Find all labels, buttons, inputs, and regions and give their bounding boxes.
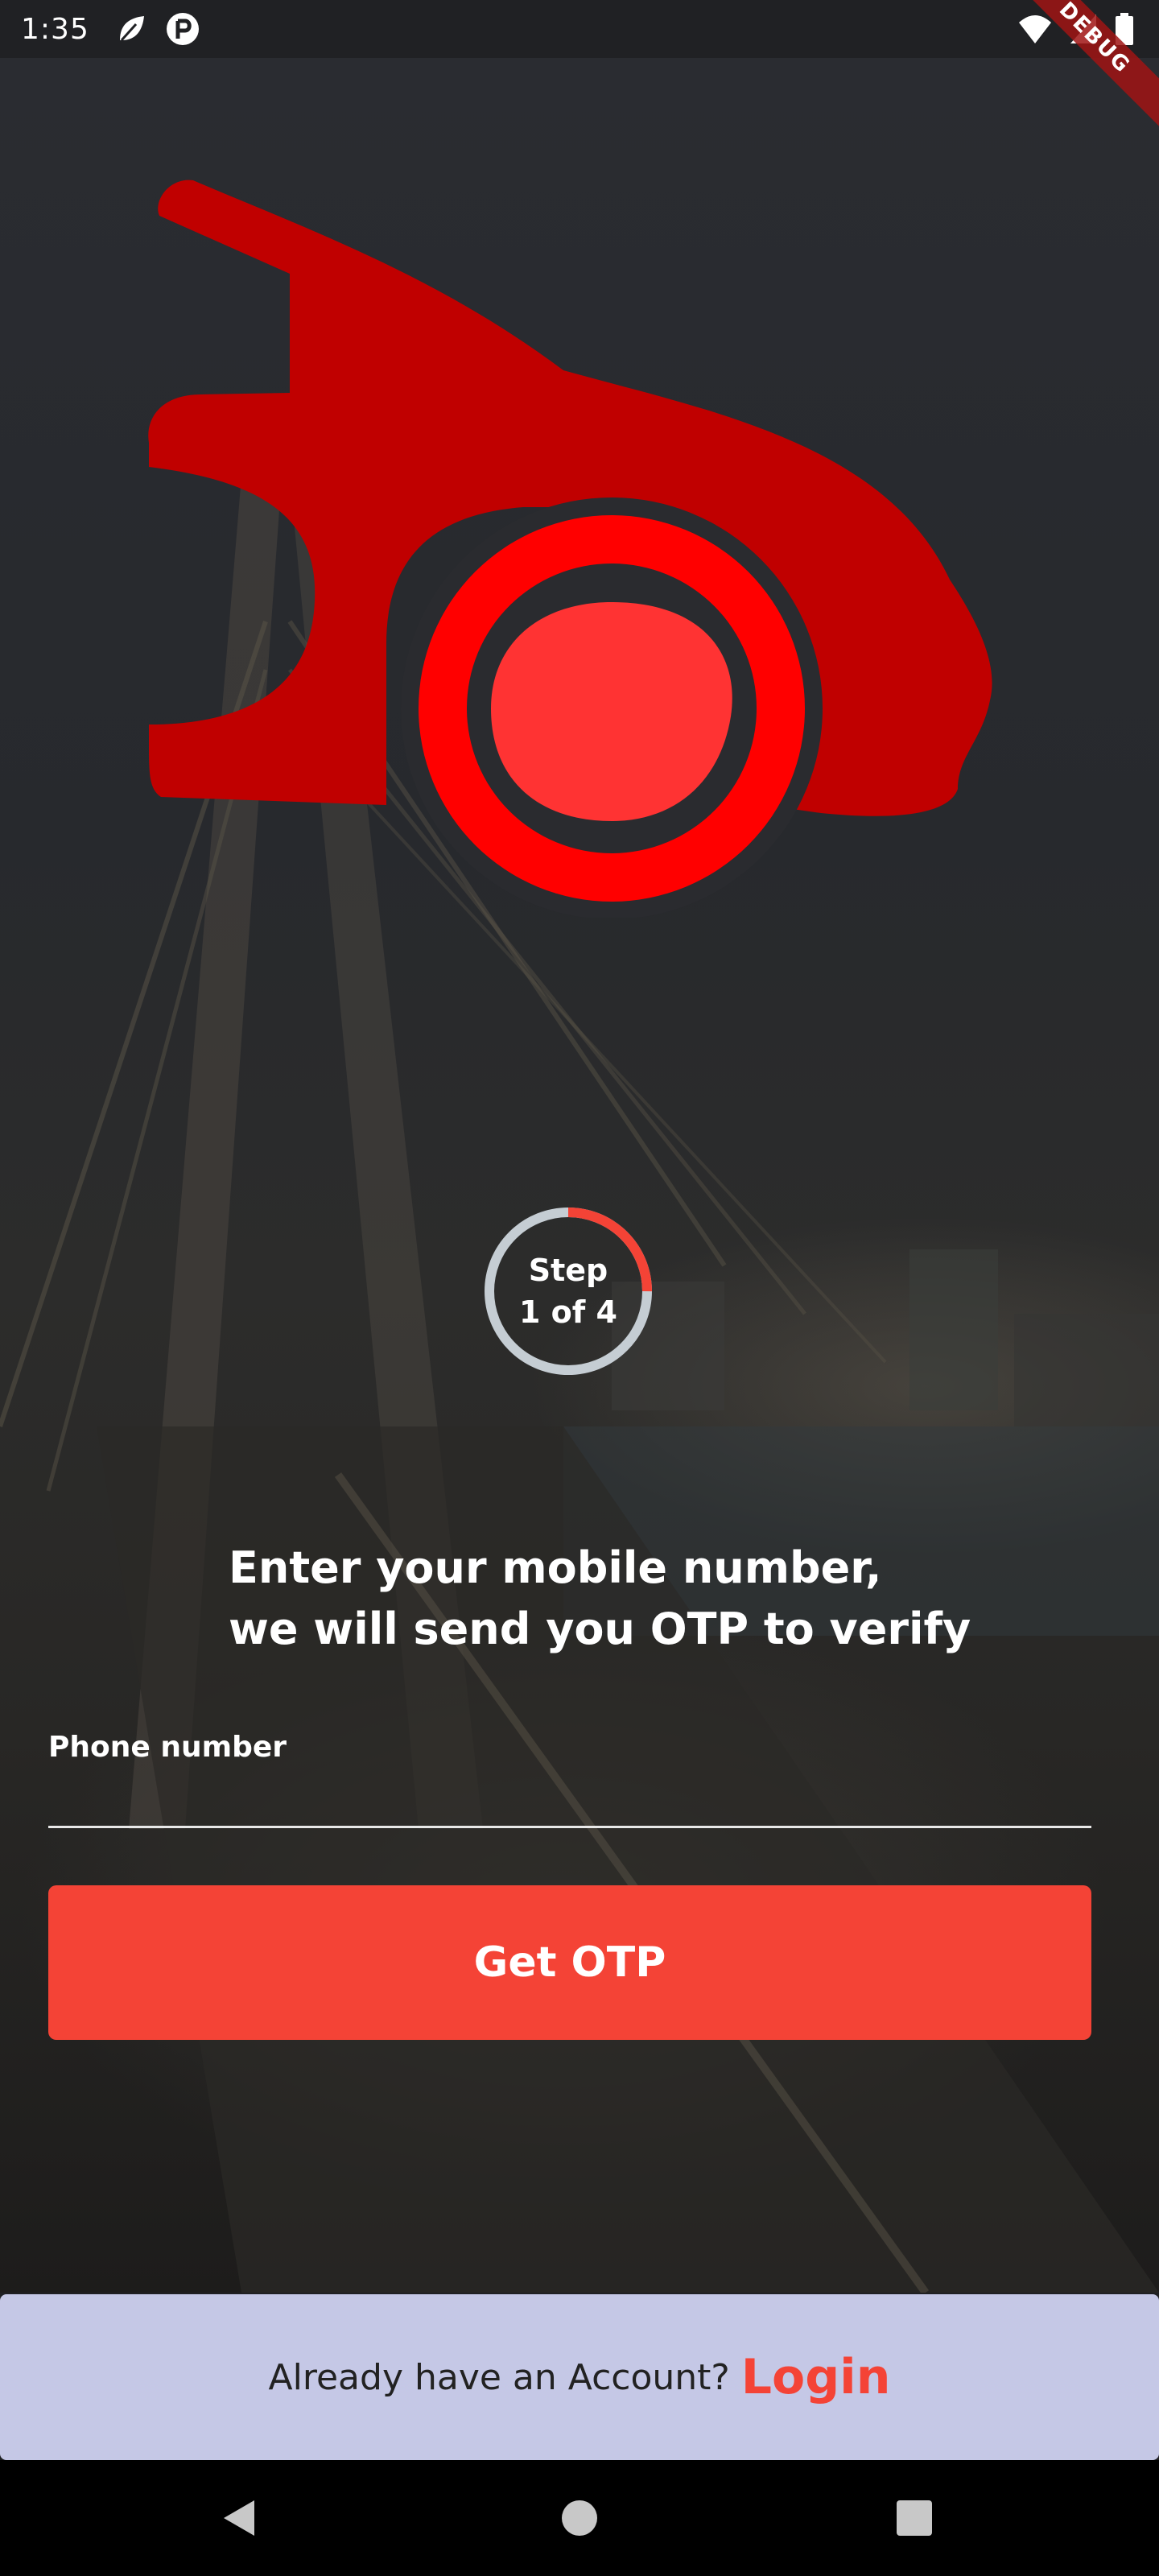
step-indicator: Step 1 of 4 — [480, 1203, 657, 1380]
status-bar: 1:35 — [0, 0, 1159, 58]
phone-field-label: Phone number — [48, 1731, 287, 1764]
phone-number-input[interactable] — [48, 1770, 1091, 1828]
phone-field: Phone number — [48, 1731, 1091, 1828]
car-logo-icon — [148, 180, 992, 918]
wifi-icon — [1019, 15, 1051, 43]
already-have-account-text: Already have an Account? — [268, 2356, 730, 2398]
home-icon[interactable] — [555, 2494, 604, 2542]
login-link[interactable]: Login — [741, 2349, 891, 2405]
system-nav-bar — [0, 2460, 1159, 2576]
get-otp-button[interactable]: Get OTP — [48, 1885, 1091, 2040]
step-label-line2: 1 of 4 — [519, 1294, 617, 1330]
p-badge-icon — [166, 13, 199, 45]
heading-line2: we will send you OTP to verify — [229, 1604, 971, 1654]
recents-icon[interactable] — [890, 2494, 938, 2542]
login-prompt-banner: Already have an Account? Login — [0, 2294, 1159, 2460]
step-label-line1: Step — [528, 1253, 608, 1288]
back-icon[interactable] — [217, 2494, 266, 2542]
page-heading: Enter your mobile number, we will send y… — [229, 1538, 971, 1660]
leaf-icon — [119, 16, 144, 42]
status-time: 1:35 — [21, 12, 89, 46]
heading-line1: Enter your mobile number, — [229, 1542, 882, 1593]
step-label: Step 1 of 4 — [480, 1203, 657, 1380]
